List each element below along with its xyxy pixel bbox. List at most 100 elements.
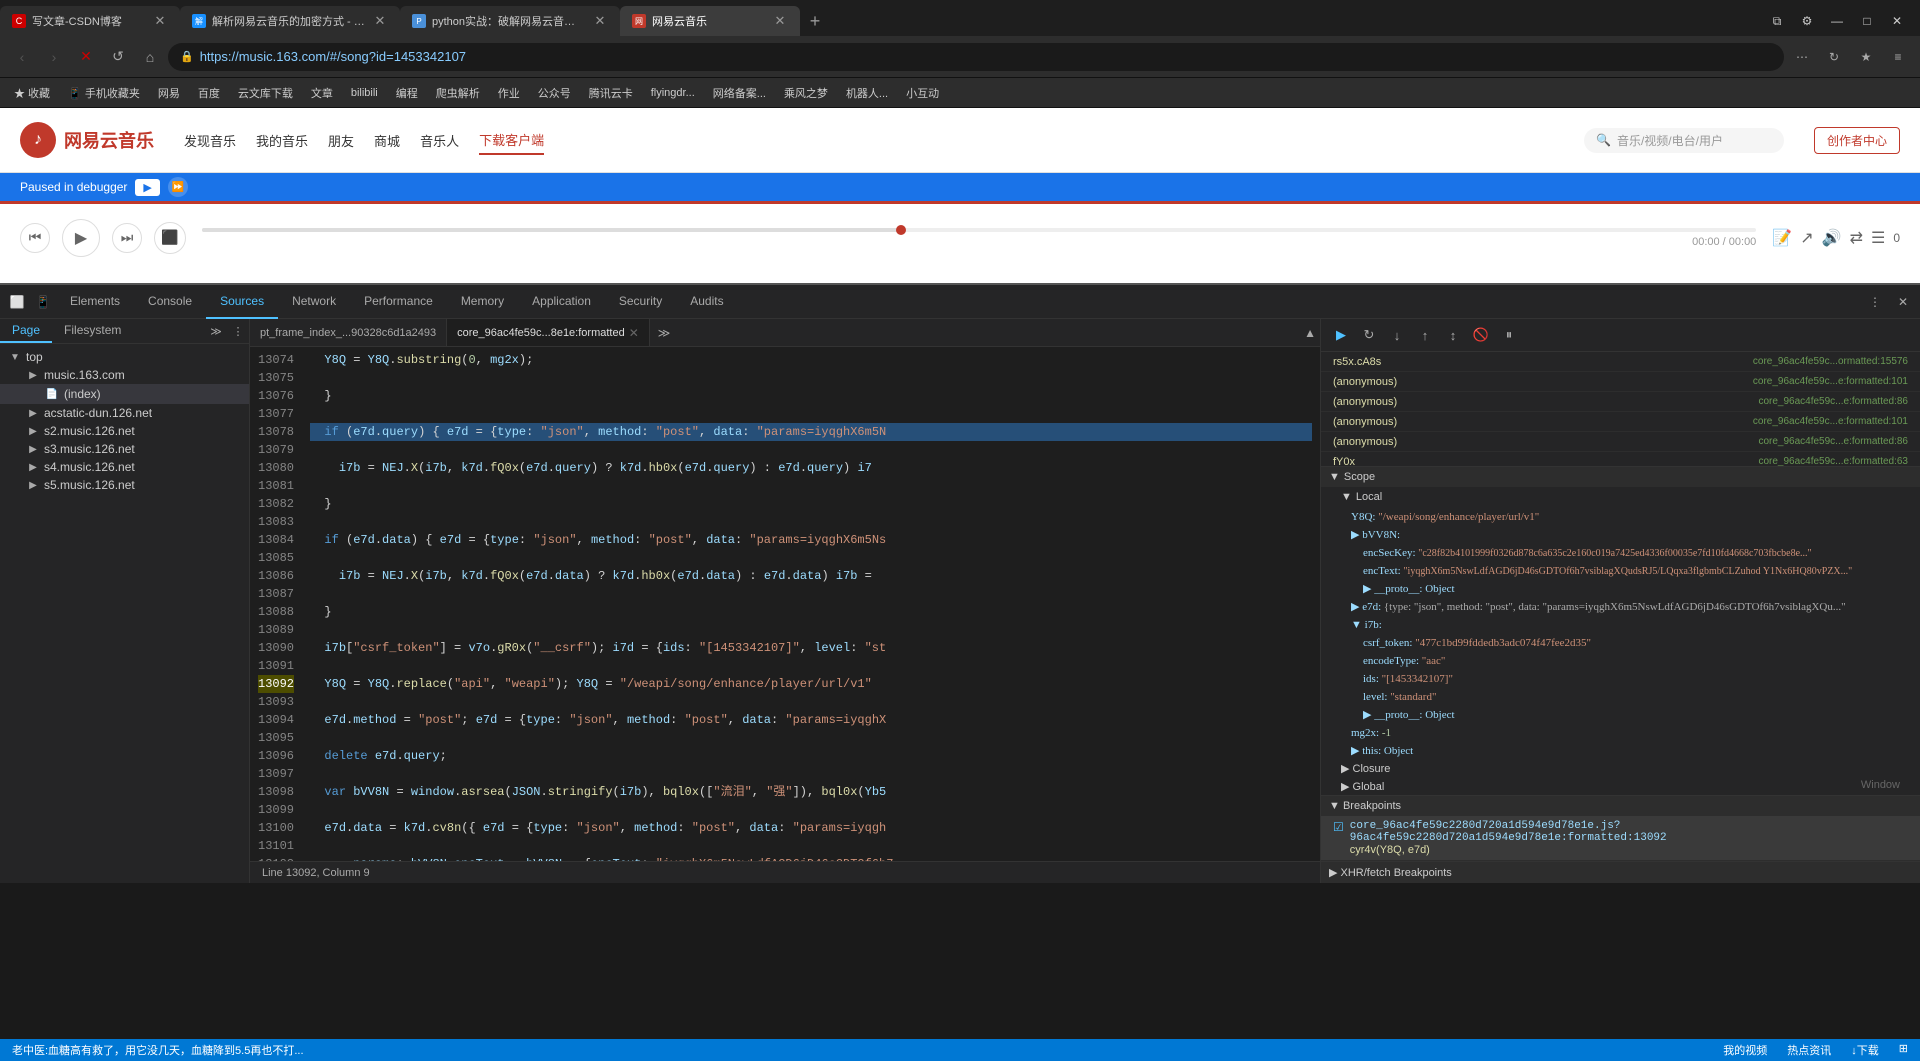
scope-proto-bvv8n[interactable]: ▶ __proto__: Object [1321, 579, 1920, 597]
shuffle-icon[interactable]: ⇄ [1850, 228, 1863, 248]
debugger-resume-btn[interactable]: ▶ [135, 179, 159, 196]
forward-button[interactable]: › [40, 43, 68, 71]
url-bar[interactable]: 🔒 https://music.163.com/#/song?id=145334… [168, 43, 1784, 71]
dt-more-btn[interactable]: ⋮ [1862, 289, 1888, 315]
refresh-button[interactable]: ↺ [104, 43, 132, 71]
menu-btn[interactable]: ≡ [1884, 43, 1912, 71]
code-area[interactable]: 13074130751307613077 1307813079130801308… [250, 347, 1320, 861]
scope-e7d[interactable]: ▶ e7d: {type: "json", method: "post", da… [1321, 597, 1920, 615]
tab-memory[interactable]: Memory [447, 285, 518, 319]
bookmark-network[interactable]: 网络备案... [707, 83, 772, 103]
creator-center-button[interactable]: 创作者中心 [1814, 127, 1900, 154]
call-item-3[interactable]: (anonymous) core_96ac4fe59c...e:formatte… [1321, 412, 1920, 432]
dbg-deactivate-btn[interactable]: 🚫 [1469, 323, 1493, 347]
play-button[interactable]: ▶ [62, 219, 100, 257]
call-item-5[interactable]: fY0x core_96ac4fe59c...e:formatted:63 [1321, 452, 1920, 466]
bookmark-dream[interactable]: 乘风之梦 [778, 83, 834, 103]
scope-header[interactable]: ▼ Scope [1321, 467, 1920, 487]
playmode-button[interactable]: ⬛ [154, 222, 186, 254]
stop-button[interactable]: ✕ [72, 43, 100, 71]
tree-s4[interactable]: ▶ s4.music.126.net [0, 458, 249, 476]
win-close-btn[interactable]: ✕ [1882, 6, 1912, 36]
tab-2-close[interactable]: ✕ [372, 13, 388, 29]
status-news[interactable]: 热点资讯 [1787, 1042, 1831, 1058]
tab-3[interactable]: P python实战：破解网易云音乐p... ✕ [400, 6, 620, 36]
playlist-icon[interactable]: ☰ [1871, 228, 1885, 248]
share-icon[interactable]: ↗ [1800, 228, 1813, 248]
dt-page-tab[interactable]: Page [0, 319, 52, 343]
bookmark-flying[interactable]: flyingdr... [645, 85, 701, 101]
tab-3-close[interactable]: ✕ [592, 13, 608, 29]
win-restore-btn[interactable]: ⧉ [1762, 6, 1792, 36]
bookmark-coding[interactable]: 编程 [390, 83, 424, 103]
dt-left-more[interactable]: ≫ [205, 320, 227, 342]
scope-bvv8n[interactable]: ▶ bVV8N: [1321, 525, 1920, 543]
tree-top[interactable]: ▼ top [0, 348, 249, 366]
debugger-icon[interactable]: ⏩ [168, 177, 188, 197]
tab-performance[interactable]: Performance [350, 285, 447, 319]
nav-mymusic[interactable]: 我的音乐 [256, 127, 308, 154]
editor-tab-2-close[interactable]: ✕ [629, 326, 639, 340]
nav-mall[interactable]: 商城 [374, 127, 400, 154]
editor-tab-1[interactable]: pt_frame_index_...90328c6d1a2493 [250, 319, 447, 347]
tab-sources[interactable]: Sources [206, 285, 278, 319]
tree-music163[interactable]: ▶ music.163.com [0, 366, 249, 384]
refresh-page-btn[interactable]: ↻ [1820, 43, 1848, 71]
tab-console[interactable]: Console [134, 285, 206, 319]
local-scope-header[interactable]: ▼ Local [1321, 487, 1920, 507]
win-settings-btn[interactable]: ⚙ [1792, 6, 1822, 36]
scope-global[interactable]: ▶ Global Window [1321, 777, 1920, 795]
scope-closure[interactable]: ▶ Closure [1321, 759, 1920, 777]
dt-inspect-btn[interactable]: ⬜ [4, 289, 30, 315]
bp-checkbox-0[interactable]: ☑ [1333, 820, 1344, 834]
tab-1[interactable]: C 写文章-CSDN博客 ✕ [0, 6, 180, 36]
win-minimize-btn[interactable]: — [1822, 6, 1852, 36]
back-button[interactable]: ‹ [8, 43, 36, 71]
editor-tab-2[interactable]: core_96ac4fe59c...8e1e:formatted ✕ [447, 319, 650, 347]
status-download[interactable]: ↓下载 [1851, 1042, 1879, 1058]
dbg-step-btn[interactable]: ↕ [1441, 323, 1465, 347]
tab-2[interactable]: 解 解析网易云音乐的加密方式 - 简... ✕ [180, 6, 400, 36]
dbg-step-over-btn[interactable]: ↻ [1357, 323, 1381, 347]
bookmark-bili[interactable]: bilibili [345, 85, 384, 101]
bookmark-favorites[interactable]: ★ 收藏 [8, 83, 56, 103]
bookmark-cloud[interactable]: 云文库下载 [232, 83, 299, 103]
dt-filesystem-tab[interactable]: Filesystem [52, 319, 133, 343]
bookmark-crawler[interactable]: 爬虫解析 [430, 83, 486, 103]
scope-i7b-expand[interactable]: ▼ i7b: [1321, 615, 1920, 633]
nav-musician[interactable]: 音乐人 [420, 127, 459, 154]
bookmark-public[interactable]: 公众号 [532, 83, 577, 103]
nav-discover[interactable]: 发现音乐 [184, 127, 236, 154]
dbg-step-into-btn[interactable]: ↓ [1385, 323, 1409, 347]
tree-s2[interactable]: ▶ s2.music.126.net [0, 422, 249, 440]
tab-1-close[interactable]: ✕ [152, 13, 168, 29]
lyrics-icon[interactable]: 📝 [1772, 228, 1792, 248]
call-item-0[interactable]: rs5x.cA8s core_96ac4fe59c...ormatted:155… [1321, 352, 1920, 372]
call-item-1[interactable]: (anonymous) core_96ac4fe59c...e:formatte… [1321, 372, 1920, 392]
xhr-section[interactable]: ▶ XHR/fetch Breakpoints [1321, 861, 1920, 883]
favorites-btn[interactable]: ★ [1852, 43, 1880, 71]
dt-device-btn[interactable]: 📱 [30, 289, 56, 315]
bp-item-0[interactable]: ☑ core_96ac4fe59c2280d720a1d594e9d78e1e.… [1321, 816, 1920, 861]
bookmark-baidu[interactable]: 百度 [192, 83, 226, 103]
status-grid[interactable]: ⊞ [1899, 1042, 1908, 1058]
bookmark-wangyi[interactable]: 网易 [152, 83, 186, 103]
scope-this[interactable]: ▶ this: Object [1321, 741, 1920, 759]
search-box[interactable]: 🔍 音乐/视频/电台/用户 [1584, 128, 1784, 153]
volume-icon[interactable]: 🔊 [1822, 228, 1842, 248]
tree-acstatic[interactable]: ▶ acstatic-dun.126.net [0, 404, 249, 422]
bookmark-robot[interactable]: 机器人... [840, 83, 894, 103]
call-item-4[interactable]: (anonymous) core_96ac4fe59c...e:formatte… [1321, 432, 1920, 452]
status-video[interactable]: 我的视频 [1723, 1042, 1767, 1058]
dbg-step-out-btn[interactable]: ↑ [1413, 323, 1437, 347]
tree-index[interactable]: 📄 (index) [0, 384, 249, 404]
new-tab-button[interactable]: + [800, 6, 830, 36]
bookmark-homework[interactable]: 作业 [492, 83, 526, 103]
nav-download[interactable]: 下载客户端 [479, 126, 544, 155]
nav-friends[interactable]: 朋友 [328, 127, 354, 154]
bookmark-interact[interactable]: 小互动 [900, 83, 945, 103]
prev-button[interactable]: ⏮ [20, 223, 50, 253]
tab-audits[interactable]: Audits [676, 285, 737, 319]
dbg-resume-btn[interactable]: ▶ [1329, 323, 1353, 347]
win-maximize-btn[interactable]: □ [1852, 6, 1882, 36]
